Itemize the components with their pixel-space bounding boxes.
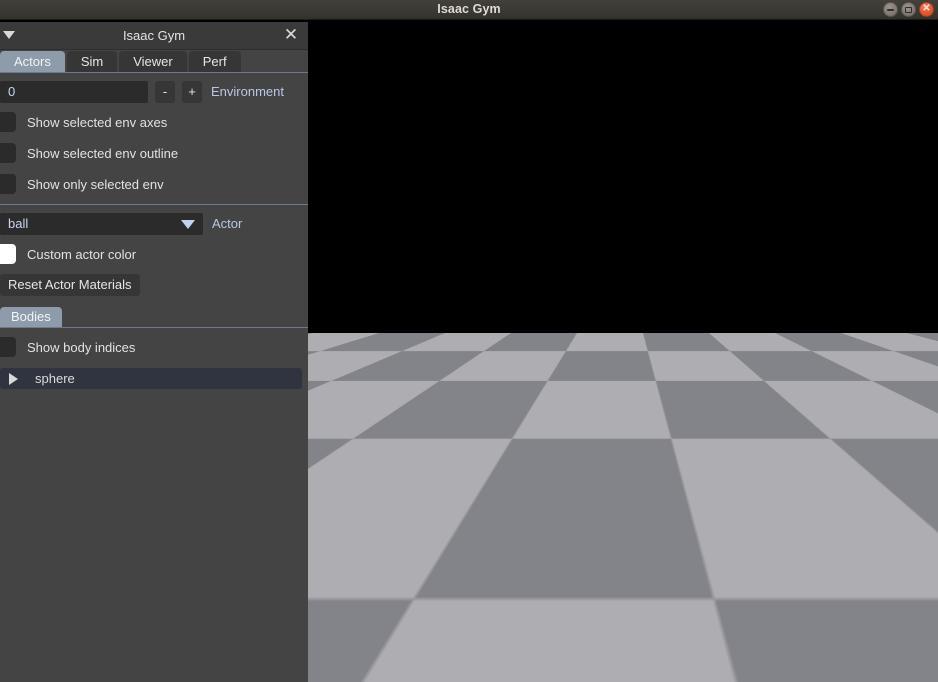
ball-blue-2[interactable] xyxy=(436,394,488,444)
ball-magenta-specular-highlight xyxy=(826,391,837,400)
caret-down-icon xyxy=(181,219,195,229)
actor-label: Actor xyxy=(212,216,243,231)
custom-actor-color-swatch[interactable] xyxy=(0,244,16,264)
isaac-gym-panel: Isaac Gym ✕ Actors Sim Viewer Perf 0 - + En… xyxy=(0,22,308,682)
show-body-indices-checkbox[interactable] xyxy=(0,337,16,357)
actor-dropdown[interactable]: ball xyxy=(0,212,203,235)
env-checkbox-row-1[interactable]: Show selected env outline xyxy=(0,141,308,165)
ball-tan-1-specular-highlight xyxy=(571,381,578,387)
panel-body: Actors Sim Viewer Perf 0 - + Environment Sh… xyxy=(0,50,308,389)
ball-lightblue-1[interactable] xyxy=(411,367,447,401)
checkbox-label: Show selected env axes xyxy=(27,114,168,130)
env-checkbox-row-0[interactable]: Show selected env axes xyxy=(0,110,308,134)
minimize-icon xyxy=(887,8,894,11)
3d-viewport[interactable]: CSDN @hongliyu_lvliyu xyxy=(308,20,938,682)
custom-actor-color-row[interactable]: Custom actor color xyxy=(0,242,308,266)
ball-yellow[interactable] xyxy=(316,377,350,409)
actor-selected-value: ball xyxy=(8,215,29,231)
os-titlebar: Isaac Gym ✕ xyxy=(0,0,938,20)
minimize-button[interactable] xyxy=(883,2,898,17)
panel-tabbar: Actors Sim Viewer Perf xyxy=(0,50,308,73)
ball-pink-1-specular-highlight xyxy=(494,363,500,368)
ball-green-mid[interactable] xyxy=(594,412,666,482)
reset-actor-materials-button[interactable]: Reset Actor Materials xyxy=(0,274,140,296)
tab-actors[interactable]: Actors xyxy=(0,51,65,72)
ball-yellow-specular-highlight xyxy=(327,382,333,387)
sky-background xyxy=(308,20,938,333)
environment-input[interactable]: 0 xyxy=(0,80,148,103)
close-icon: ✕ xyxy=(922,3,931,14)
checkbox[interactable] xyxy=(0,143,16,163)
checkbox[interactable] xyxy=(0,174,16,194)
ball-lime-specular-highlight xyxy=(740,401,751,410)
checkbox-label: Show selected env outline xyxy=(27,145,179,161)
ball-orange[interactable] xyxy=(652,378,694,418)
show-body-indices-label: Show body indices xyxy=(27,339,136,355)
panel-close-icon[interactable]: ✕ xyxy=(282,26,300,44)
environment-row: 0 - + Environment xyxy=(0,80,308,103)
ball-green-big[interactable] xyxy=(326,450,432,558)
divider-1 xyxy=(0,204,308,205)
caret-right-icon[interactable] xyxy=(9,372,18,385)
ball-orange-specular-highlight xyxy=(665,384,673,391)
bodies-tabbar: Bodies xyxy=(0,306,308,328)
checkbox[interactable] xyxy=(0,112,16,132)
environment-increment-button[interactable]: + xyxy=(182,80,202,103)
ball-lightblue-1-specular-highlight xyxy=(422,372,429,378)
watermark-text: CSDN @hongliyu_lvliyu xyxy=(697,642,922,664)
env-checkbox-group: Show selected env axes Show selected env … xyxy=(0,110,308,196)
tab-bodies[interactable]: Bodies xyxy=(0,307,62,327)
ball-magenta[interactable] xyxy=(806,383,868,435)
ball-green-big-specular-highlight xyxy=(360,468,378,484)
environment-decrement-button[interactable]: - xyxy=(155,80,175,103)
custom-actor-color-label: Custom actor color xyxy=(27,246,137,262)
ball-pink-2-specular-highlight xyxy=(472,380,479,386)
maximize-button[interactable] xyxy=(901,2,916,17)
body-tree-item-label: sphere xyxy=(35,371,75,386)
environment-label: Environment xyxy=(211,84,284,99)
env-checkbox-row-2[interactable]: Show only selected env xyxy=(0,172,308,196)
body-tree-item[interactable]: sphere xyxy=(0,368,302,389)
show-body-indices-row[interactable]: Show body indices xyxy=(0,335,308,359)
panel-title: Isaac Gym xyxy=(122,28,186,43)
ball-blue-1-specular-highlight xyxy=(374,389,382,395)
body-tree-list: sphere xyxy=(0,368,308,389)
tab-sim[interactable]: Sim xyxy=(66,51,118,72)
actor-row: ball Actor xyxy=(0,212,308,235)
panel-header: Isaac Gym ✕ xyxy=(0,22,308,50)
maximize-icon xyxy=(905,6,912,13)
ball-blue-2-specular-highlight xyxy=(453,402,462,410)
window-controls: ✕ xyxy=(883,2,934,17)
ball-green-mid-specular-highlight xyxy=(617,423,630,434)
ball-tan-2-specular-highlight xyxy=(591,395,599,402)
isaac-gym-app-window: Isaac Gym ✕ CSDN @hongliyu_lvliyu Isaac … xyxy=(0,0,938,682)
checkbox-label: Show only selected env xyxy=(27,176,164,192)
tab-perf[interactable]: Perf xyxy=(188,51,241,72)
tab-viewer[interactable]: Viewer xyxy=(119,51,187,72)
ball-blue-1[interactable] xyxy=(360,382,404,424)
os-window-title: Isaac Gym xyxy=(437,2,501,16)
close-button[interactable]: ✕ xyxy=(919,2,934,17)
ball-lime[interactable] xyxy=(720,392,782,450)
